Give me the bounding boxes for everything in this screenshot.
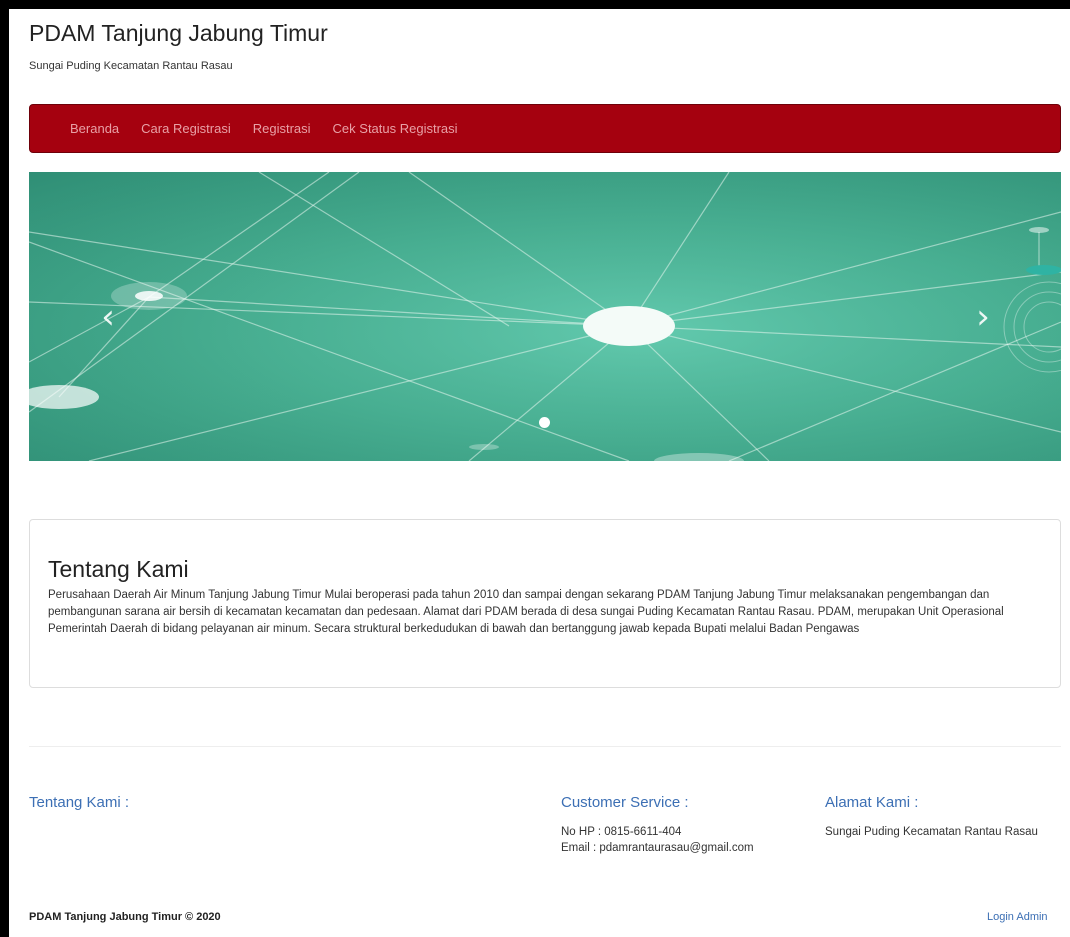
about-panel: Tentang Kami Perusahaan Daerah Air Minum… — [29, 519, 1061, 688]
nav-item-beranda[interactable]: Beranda — [70, 121, 119, 136]
footer-cs-email: Email : pdamrantaurasau@gmail.com — [561, 842, 754, 854]
carousel-next-icon[interactable]: › — [968, 300, 998, 334]
nav-item-cara-registrasi[interactable]: Cara Registrasi — [141, 121, 231, 136]
site-subtitle: Sungai Puding Kecamatan Rantau Rasau — [29, 60, 233, 72]
footer-address: Sungai Puding Kecamatan Rantau Rasau — [825, 826, 1038, 838]
carousel-indicator[interactable] — [539, 417, 550, 428]
about-text: Perusahaan Daerah Air Minum Tanjung Jabu… — [48, 589, 1004, 635]
footer-cs-heading: Customer Service : — [561, 794, 689, 811]
nav-item-cek-status-registrasi[interactable]: Cek Status Registrasi — [333, 121, 458, 136]
about-heading: Tentang Kami — [48, 556, 189, 582]
page: PDAM Tanjung Jabung Timur Sungai Puding … — [9, 9, 1070, 937]
footer-cs-phone: No HP : 0815-6611-404 — [561, 826, 682, 838]
login-admin-link[interactable]: Login Admin — [987, 911, 1048, 923]
footer-address-heading: Alamat Kami : — [825, 794, 919, 811]
nav-item-registrasi[interactable]: Registrasi — [253, 121, 311, 136]
site-title[interactable]: PDAM Tanjung Jabung Timur — [29, 20, 328, 47]
carousel-prev-icon[interactable]: ‹ — [93, 300, 123, 334]
footer-about-heading: Tentang Kami : — [29, 794, 130, 811]
image-carousel: ‹ › — [29, 172, 1061, 461]
footer-divider — [29, 746, 1061, 747]
main-navbar: Beranda Cara Registrasi Registrasi Cek S… — [29, 104, 1061, 153]
copyright: PDAM Tanjung Jabung Timur © 2020 — [29, 911, 221, 923]
